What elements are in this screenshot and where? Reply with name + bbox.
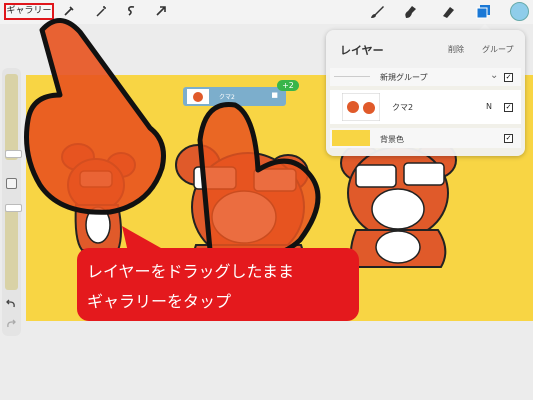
layer-visibility-checkbox[interactable]: ✓ [504, 103, 513, 112]
instruction-line-1: レイヤーをドラッグしたまま [87, 262, 295, 281]
layer-row-background-name: 背景色 [380, 135, 404, 144]
background-color-swatch[interactable] [332, 130, 370, 146]
group-layers-button[interactable]: グループ [482, 44, 514, 55]
color-swatch[interactable] [510, 2, 529, 21]
delete-layer-button[interactable]: 削除 [448, 44, 464, 55]
layers-panel-title: レイヤー [340, 44, 384, 57]
layer-visibility-checkbox[interactable]: ✓ [504, 73, 513, 82]
layers-icon[interactable] [475, 3, 492, 20]
layer-row-group-name: 新規グループ [380, 73, 428, 82]
layer-thumbnail-icon [187, 89, 209, 104]
drag-count-badge: +2 [277, 80, 299, 91]
top-toolbar: ギャラリー [0, 0, 533, 24]
undo-icon[interactable] [5, 298, 17, 310]
layer-thumbnail-icon [342, 93, 380, 121]
brush-size-knob[interactable] [5, 150, 22, 158]
layers-panel: レイヤー 削除 グループ 新規グループ ⌄ ✓ クマ2 N ✓ 背景色 ✓ [326, 30, 525, 156]
layer-row-group[interactable]: 新規グループ ⌄ ✓ [330, 68, 521, 86]
chevron-down-icon[interactable]: ⌄ [490, 70, 498, 81]
magic-wand-icon[interactable] [94, 4, 108, 18]
opacity-knob[interactable] [5, 204, 22, 212]
layer-row-kuma2[interactable]: クマ2 N ✓ [330, 90, 521, 124]
dragged-layer-mode: ■ [271, 91, 278, 99]
modify-button[interactable] [6, 178, 17, 189]
blend-mode-label[interactable]: N [486, 102, 492, 111]
gallery-button[interactable]: ギャラリー [4, 3, 54, 20]
dragged-layer-tag[interactable]: クマ2 ■ [183, 87, 286, 106]
redo-icon[interactable] [5, 318, 17, 330]
instruction-callout: レイヤーをドラッグしたまま ギャラリーをタップ [77, 248, 359, 321]
eraser-icon[interactable] [440, 4, 456, 20]
bear-right-illustration [340, 141, 457, 268]
brush-size-slider[interactable] [5, 74, 22, 160]
transform-arrow-icon[interactable] [154, 4, 168, 18]
dragged-layer-name: クマ2 [219, 94, 235, 101]
brush-icon[interactable] [369, 4, 385, 20]
layer-visibility-checkbox[interactable]: ✓ [504, 134, 513, 143]
group-placeholder-line [334, 76, 370, 77]
wrench-icon[interactable] [62, 4, 76, 18]
left-sidebar [2, 68, 22, 336]
smudge-icon[interactable] [402, 4, 418, 20]
layer-row-background[interactable]: 背景色 ✓ [330, 128, 521, 148]
opacity-slider[interactable] [5, 204, 22, 290]
instruction-line-2: ギャラリーをタップ [87, 292, 232, 311]
layer-row-kuma2-name: クマ2 [392, 103, 414, 112]
selection-icon[interactable] [124, 4, 138, 18]
